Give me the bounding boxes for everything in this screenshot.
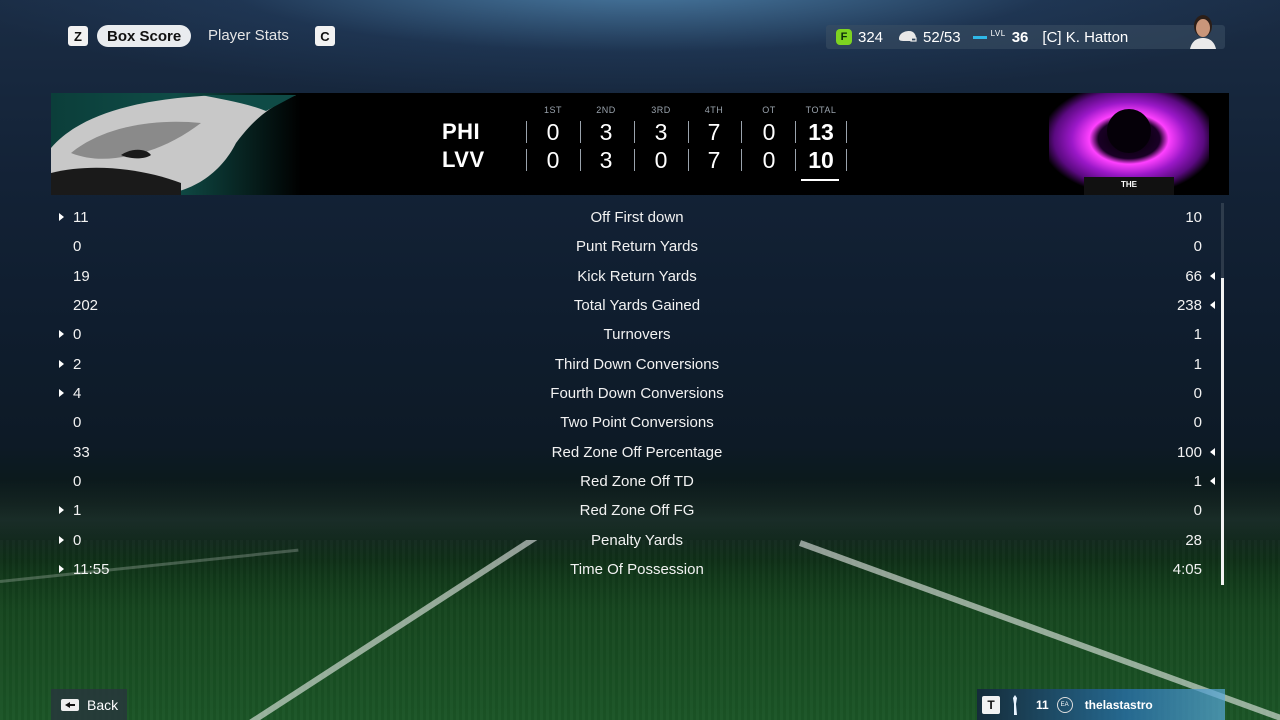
- stat-row[interactable]: 11 Off First down 10: [51, 203, 1223, 232]
- stat-label: Penalty Yards: [591, 531, 683, 549]
- home-team-logo-eagle: [51, 93, 301, 195]
- quarter-header: 4TH: [704, 105, 724, 115]
- roster-count: 52/53: [923, 28, 961, 46]
- prev-tab-key[interactable]: Z: [68, 26, 88, 46]
- level-number: 36: [1011, 28, 1029, 46]
- away-stat-value: 0: [1193, 385, 1202, 403]
- next-tab-key[interactable]: C: [315, 26, 335, 46]
- away-stat-value: 1: [1193, 473, 1202, 491]
- quarter-header: OT: [762, 105, 776, 115]
- player-card[interactable]: T 11 EA thelastastro: [977, 689, 1225, 720]
- away-score-q3: 0: [654, 147, 668, 173]
- away-stat-value: 1: [1193, 326, 1202, 344]
- back-button[interactable]: Back: [51, 689, 127, 720]
- tab-box-score[interactable]: Box Score: [97, 25, 192, 47]
- home-score-q1: 0: [546, 119, 560, 145]
- away-stat-value: 0: [1193, 238, 1202, 256]
- away-stat-value: 28: [1185, 531, 1202, 549]
- away-score-total: 10: [808, 147, 834, 173]
- away-team-abbr: LVV: [442, 147, 485, 172]
- t-key[interactable]: T: [982, 695, 1000, 714]
- stat-label: Total Yards Gained: [573, 297, 701, 315]
- player-count: 11: [1036, 697, 1049, 712]
- level-label: LVL: [990, 28, 1006, 38]
- quarter-header: TOTAL: [805, 105, 837, 115]
- away-stat-value: 0: [1193, 414, 1202, 432]
- stat-row[interactable]: 0 Two Point Conversions 0: [51, 408, 1223, 437]
- coach-name: [C] K. Hatton: [1042, 28, 1129, 46]
- home-score-ot: 0: [762, 119, 776, 145]
- team-stats-list: 11 Off First down 10 0 Punt Return Yards 0 19 K…: [51, 203, 1223, 584]
- stat-row[interactable]: 33 Red Zone Off Percentage 100: [51, 438, 1223, 467]
- away-stat-value: 238: [1176, 297, 1202, 315]
- away-stat-value: 4:05: [1172, 561, 1202, 579]
- stat-label: Third Down Conversions: [554, 355, 720, 373]
- away-leader-arrow-icon: [1210, 447, 1215, 456]
- away-score-q4: 7: [707, 147, 721, 173]
- away-leader-arrow-icon: [1210, 301, 1215, 310]
- stat-row[interactable]: 1 Red Zone Off FG 0: [51, 496, 1223, 525]
- coin-count: 324: [858, 28, 884, 46]
- away-stat-value: 66: [1185, 267, 1202, 285]
- stat-row[interactable]: 11:55 Time Of Possession 4:05: [51, 555, 1223, 584]
- back-label: Back: [87, 696, 119, 713]
- stat-label: Fourth Down Conversions: [550, 385, 724, 403]
- stat-row[interactable]: 19 Kick Return Yards 66: [51, 262, 1223, 291]
- profile-bar[interactable]: F 324 52/53 LVL 36 [C] K. Hatton: [826, 15, 1225, 49]
- home-team-abbr: PHI: [442, 119, 481, 144]
- stat-label: Kick Return Yards: [577, 267, 697, 285]
- level-progress-bar: [972, 35, 987, 39]
- total-underline: [801, 179, 839, 181]
- stat-row[interactable]: 4 Fourth Down Conversions 0: [51, 379, 1223, 408]
- stat-label: Punt Return Yards: [575, 238, 698, 256]
- stat-label: Red Zone Off FG: [579, 502, 695, 520]
- away-score-q2: 3: [599, 147, 613, 173]
- coin-icon: F: [836, 29, 852, 45]
- stat-label: Off First down: [590, 209, 684, 226]
- stat-row[interactable]: 0 Punt Return Yards 0: [51, 232, 1223, 261]
- stat-row[interactable]: 0 Turnovers 1: [51, 320, 1223, 349]
- stat-row[interactable]: 0 Penalty Yards 28: [51, 526, 1223, 555]
- helmet-icon: [899, 31, 917, 42]
- gamertag: thelastastro: [1084, 697, 1153, 712]
- quarter-header: 1ST: [543, 105, 562, 115]
- away-score-q1: 0: [546, 147, 560, 173]
- away-stat-value: 0: [1193, 502, 1202, 520]
- home-score-q4: 7: [707, 119, 721, 145]
- away-score-ot: 0: [762, 147, 776, 173]
- top-bar: Z Box Score Player Stats C F 324 52/53 L…: [0, 0, 1280, 72]
- coach-avatar: [1184, 11, 1222, 49]
- away-leader-arrow-icon: [1210, 477, 1215, 486]
- stat-label: Red Zone Off TD: [580, 473, 694, 491]
- player-figure-icon: [1013, 694, 1017, 715]
- home-score-q2: 3: [599, 119, 613, 145]
- ea-logo-icon: EA: [1056, 696, 1073, 713]
- away-stat-value: 100: [1176, 443, 1202, 461]
- away-stat-value: 1: [1193, 355, 1202, 373]
- stat-row[interactable]: 202 Total Yards Gained 238: [51, 291, 1223, 320]
- home-score-total: 13: [808, 119, 834, 145]
- stats-scrollbar[interactable]: [1221, 203, 1224, 585]
- away-team-logo-vortex: THE: [1029, 93, 1229, 195]
- away-leader-arrow-icon: [1210, 271, 1215, 280]
- stat-label: Time Of Possession: [570, 561, 704, 579]
- scrollbar-thumb[interactable]: [1221, 278, 1224, 585]
- away-logo-text: THE: [1121, 180, 1138, 189]
- stat-row[interactable]: 0 Red Zone Off TD 1: [51, 467, 1223, 496]
- stat-label: Turnovers: [603, 326, 671, 344]
- stat-row[interactable]: 2 Third Down Conversions 1: [51, 350, 1223, 379]
- quarter-header: 2ND: [596, 105, 616, 115]
- quarter-header: 3RD: [651, 105, 671, 115]
- stat-label: Two Point Conversions: [560, 414, 714, 432]
- tab-player-stats[interactable]: Player Stats: [208, 27, 289, 44]
- away-stat-value: 10: [1185, 209, 1202, 226]
- home-score-q3: 3: [654, 119, 668, 145]
- stat-label: Red Zone Off Percentage: [551, 443, 723, 461]
- scoreboard: PHI LVV 1ST 2ND 3RD 4TH OT TOTAL 0 3 3 7…: [51, 93, 1229, 195]
- back-key-icon: [61, 698, 79, 711]
